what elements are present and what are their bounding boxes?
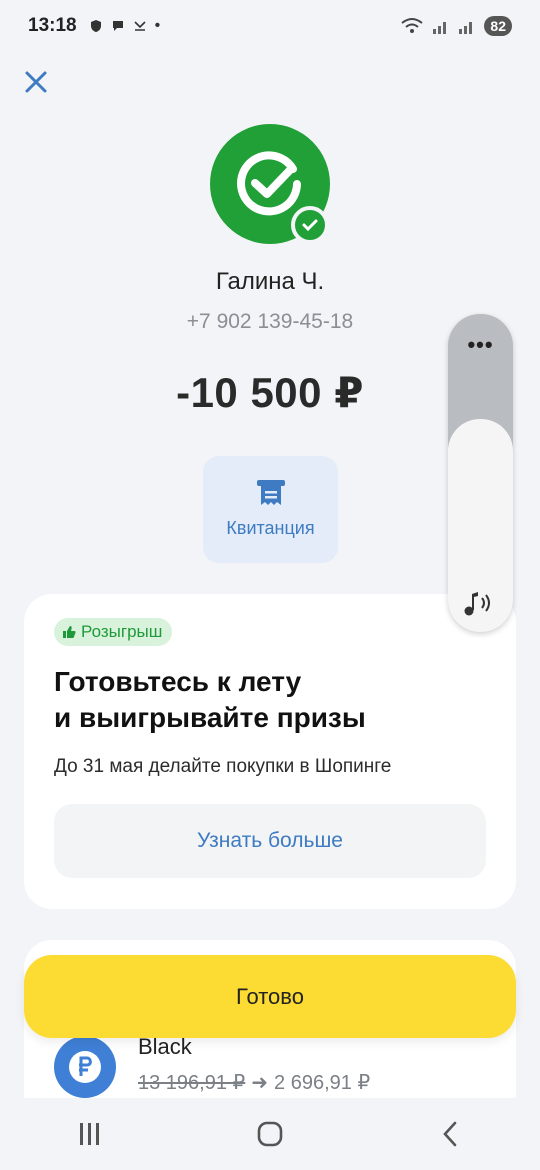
recent-apps-button[interactable] — [60, 1114, 120, 1154]
learn-more-button[interactable]: Узнать больше — [54, 804, 486, 878]
status-right: 82 — [400, 16, 512, 36]
battery-indicator: 82 — [484, 16, 512, 36]
home-icon — [257, 1121, 283, 1147]
volume-slider[interactable]: ••• — [448, 314, 513, 632]
sber-logo-icon — [237, 151, 301, 216]
chat-icon — [112, 21, 123, 31]
home-button[interactable] — [240, 1114, 300, 1154]
recent-apps-icon — [80, 1123, 99, 1145]
dot-icon: • — [154, 17, 161, 34]
account-balance: 13 196,91 ₽ ➜ 2 696,91 ₽ — [138, 1070, 370, 1095]
promo-badge-label: Розыгрыш — [81, 622, 163, 641]
receipt-button[interactable]: Квитанция — [203, 456, 338, 563]
back-button[interactable] — [420, 1114, 480, 1154]
promo-badge: Розыгрыш — [54, 618, 173, 646]
missed-call-icon — [134, 21, 146, 31]
promo-title: Готовьтесь к лету и выигрывайте призы — [54, 664, 474, 736]
more-options-icon[interactable]: ••• — [448, 332, 513, 358]
receipt-icon — [256, 480, 285, 505]
wifi-icon — [401, 18, 424, 33]
promo-card: Розыгрыш Готовьтесь к лету и выигрывайте… — [24, 594, 516, 909]
notification-icons: • — [89, 17, 161, 35]
signal-icon — [433, 22, 447, 34]
status-bar: 13:18 • 82 — [0, 0, 540, 52]
promo-subtitle: До 31 мая делайте покупки в Шопинге — [54, 756, 392, 777]
promo-title-line1: Готовьтесь к лету — [54, 666, 302, 697]
signal-icon-2 — [459, 22, 473, 34]
balance-arrow-icon: ➜ — [251, 1072, 269, 1094]
done-button[interactable]: Готово — [24, 955, 516, 1038]
recipient-name: Галина Ч. — [215, 268, 325, 295]
system-navigation-bar — [0, 1098, 540, 1170]
old-balance: 13 196,91 ₽ — [138, 1072, 246, 1094]
status-time: 13:18 — [28, 15, 77, 36]
close-icon[interactable] — [22, 68, 50, 96]
ruble-account-icon — [54, 1036, 116, 1098]
music-volume-icon — [464, 592, 490, 616]
success-check-icon — [291, 206, 329, 244]
new-balance: 2 696,91 ₽ — [274, 1072, 371, 1094]
thumbs-up-icon — [63, 626, 76, 638]
back-icon — [443, 1121, 457, 1147]
shield-icon — [90, 20, 101, 32]
receipt-label: Квитанция — [226, 518, 315, 538]
promo-title-line2: и выигрывайте призы — [54, 702, 366, 733]
